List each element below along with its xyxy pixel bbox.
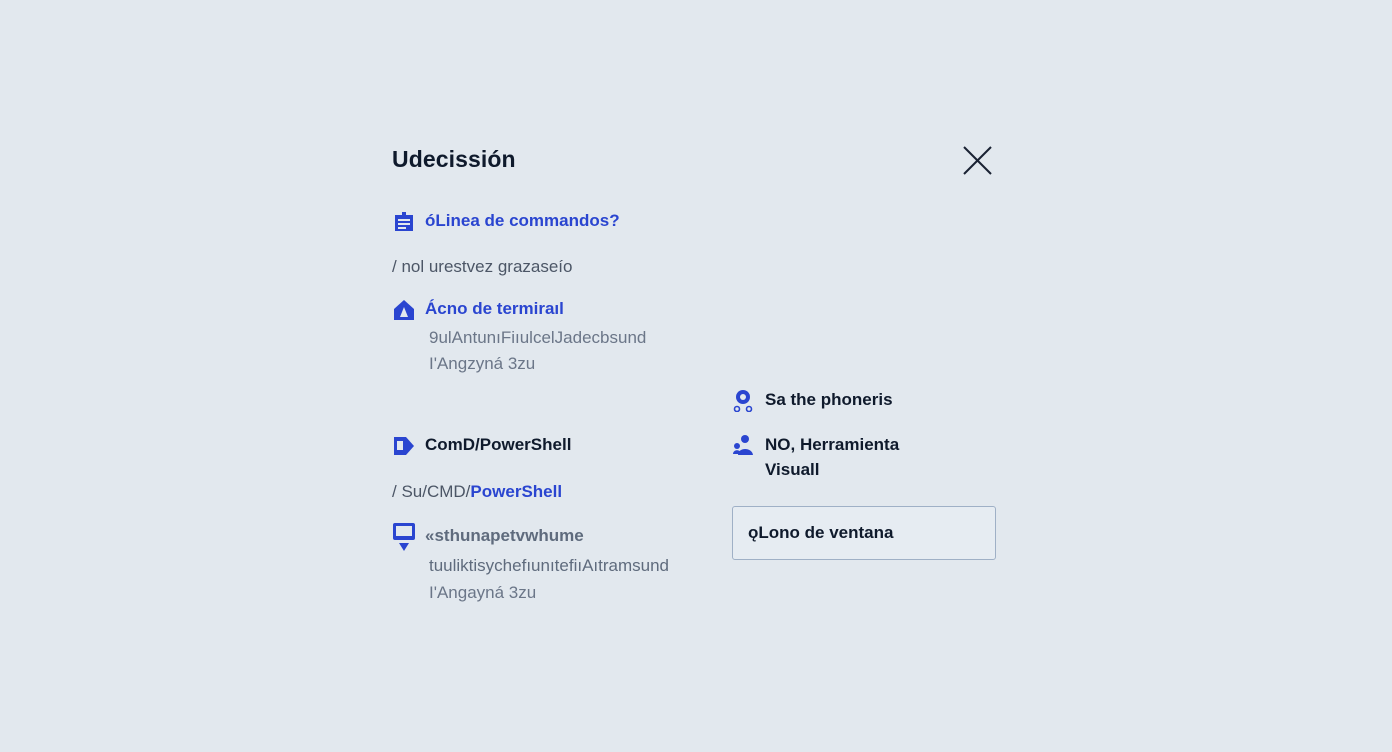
- window-clone-button[interactable]: ǫLono de ventana: [732, 506, 996, 560]
- option-cmd-label: ComD/PowerShell: [425, 435, 572, 454]
- dialog-title: Udecissión: [392, 146, 516, 172]
- path-prefix: / Su/: [392, 482, 427, 501]
- path-hint: / nol urestvez grazaseío: [392, 257, 573, 276]
- option-phone[interactable]: Sa the phoneris: [732, 386, 952, 416]
- option-terminal-label: Ácno de termiraıl: [425, 299, 564, 318]
- people-icon: [732, 433, 756, 457]
- option-terminal-desc-2: I'Angzyná 3zu: [429, 354, 536, 373]
- option-phone-label: Sa the phoneris: [765, 390, 893, 409]
- terminal-arrow-icon: [392, 434, 416, 458]
- window-clone-label: ǫLono de ventana: [748, 523, 894, 542]
- option-cmd-powershell[interactable]: ComD/PowerShell / Su/CMD/PowerShell: [392, 432, 712, 508]
- option-visual-label-1: NO, Herramienta: [765, 435, 900, 454]
- close-icon: [963, 146, 992, 175]
- option-graphic-tool[interactable]: «sthunapetvwhume tuuliktisychefıunıtefiı…: [392, 521, 712, 607]
- option-visual-label-2: Visuall: [765, 460, 820, 479]
- monitor-icon: [392, 522, 416, 554]
- path-mid: CMD/: [426, 482, 471, 501]
- option-graphic-label: «sthunapetvwhume: [425, 526, 584, 545]
- house-icon: [392, 298, 416, 322]
- option-terminal-desc-1: 9ulAntunıFiıulcelJadecbsund: [429, 328, 647, 347]
- decision-dialog: Udecissión óLinea de commandos? / nol ur…: [0, 0, 1392, 752]
- clipboard-icon: [392, 209, 416, 233]
- location-pin-icon: [732, 388, 756, 412]
- close-button[interactable]: [960, 144, 994, 178]
- option-cmd-path: / Su/CMD/PowerShell: [392, 482, 562, 502]
- option-graphic-desc-1: tuuliktisychefıunıtefiıAıtramsund: [429, 556, 670, 575]
- question-label: óLinea de commandos?: [425, 211, 620, 230]
- option-terminal[interactable]: Ácno de termiraıl 9ulAntunıFiıulcelJadec…: [392, 296, 712, 380]
- option-visual-tool[interactable]: NO, Herramienta Visuall: [732, 432, 952, 486]
- path-highlight: PowerShell: [470, 482, 563, 501]
- option-graphic-desc-2: I'Angayná 3zu: [429, 583, 537, 602]
